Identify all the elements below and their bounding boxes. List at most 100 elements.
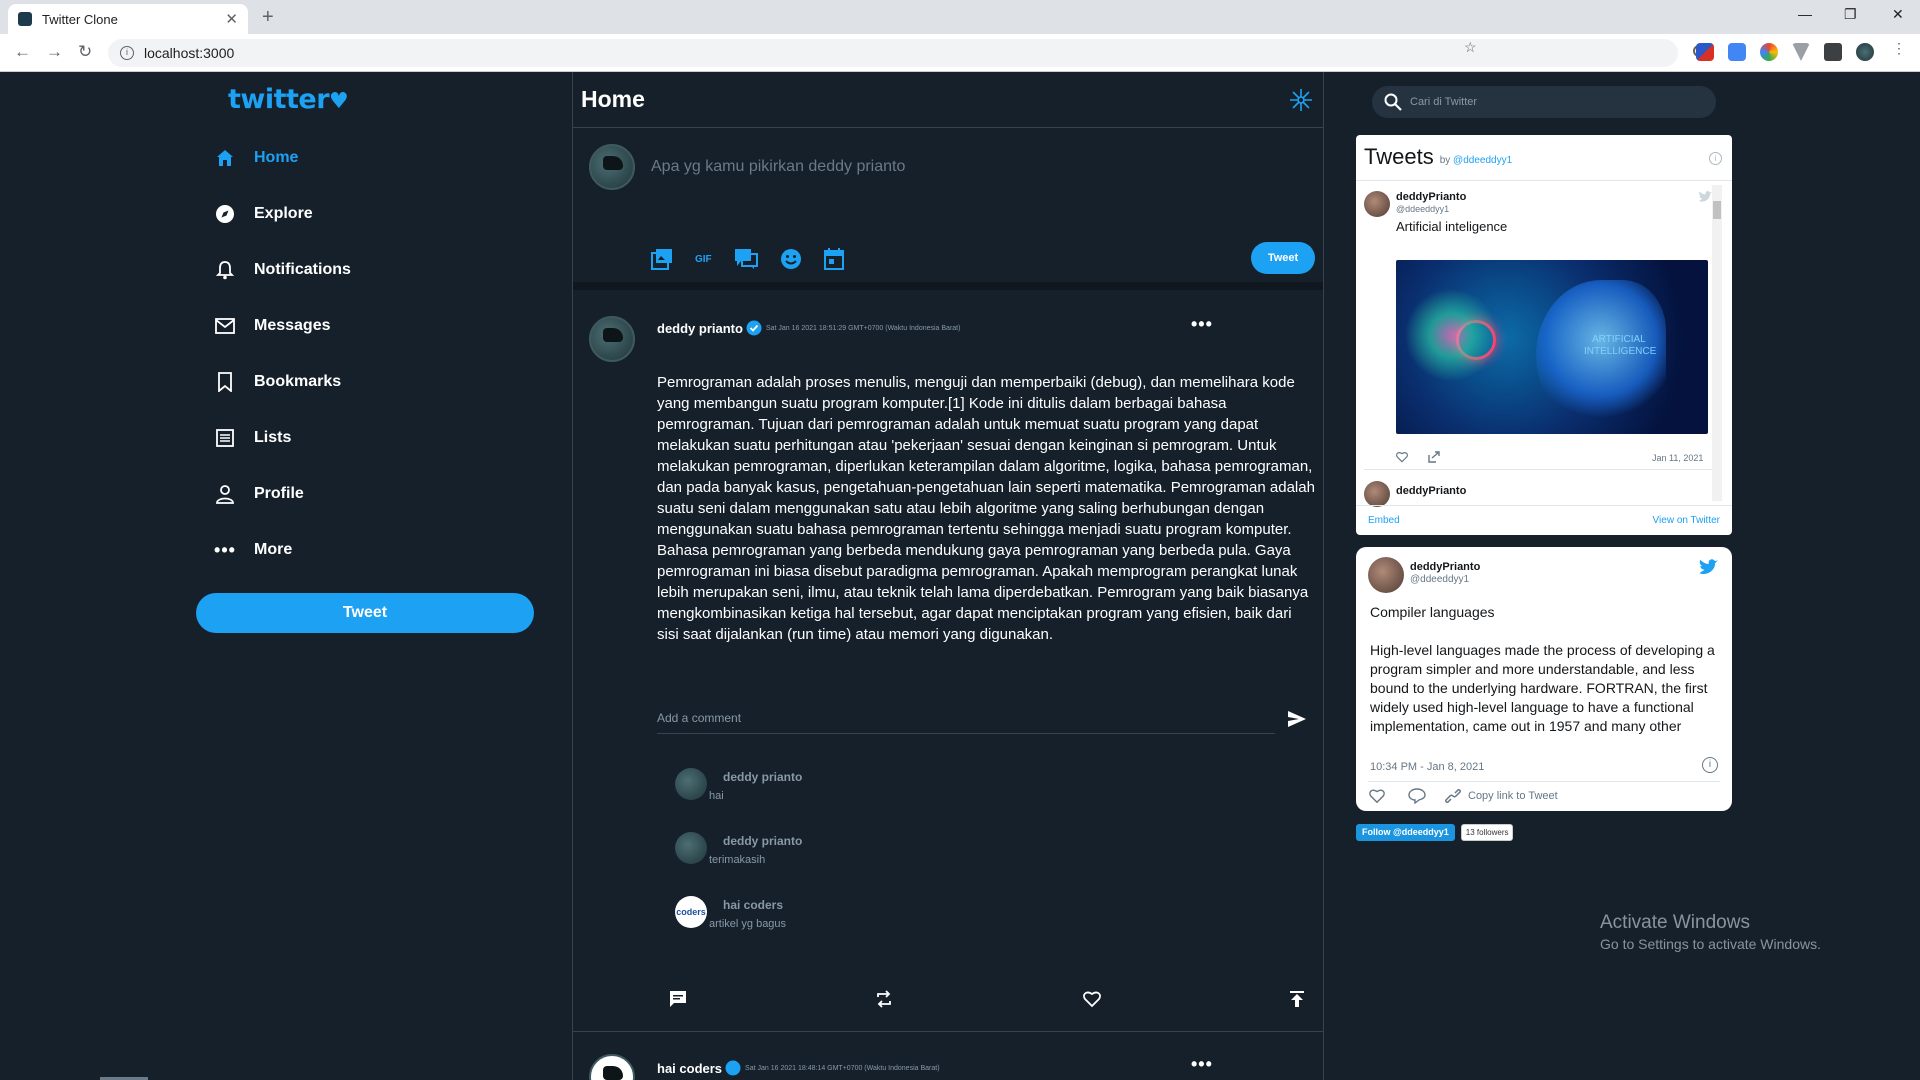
sidebar-item-notifications[interactable]: Notifications [214,250,351,290]
profile-avatar[interactable] [1856,43,1874,61]
coders-avatar: coders [675,896,707,928]
follow-button[interactable]: Follow @ddeeddyy1 [1356,824,1455,841]
schedule-calendar-icon[interactable] [823,248,844,270]
ai-tweet-image[interactable]: ARTIFICIAL INTELLIGENCE [1396,260,1708,434]
divider [1368,781,1720,782]
share-icon[interactable] [1289,990,1305,1013]
color-extension-icon[interactable] [1760,43,1778,61]
view-on-twitter-link[interactable]: View on Twitter [1653,515,1720,526]
compass-icon [214,203,236,225]
bookmark-star-icon[interactable]: ☆ [1464,39,1840,56]
sidebar-item-messages[interactable]: Messages [214,306,331,346]
search-input[interactable]: Cari di Twitter [1372,86,1716,118]
sidebar-item-lists[interactable]: Lists [214,418,291,458]
reply-icon[interactable] [1408,788,1426,804]
author-name[interactable]: hai coders [657,1061,722,1076]
card-title: Compiler languages [1370,604,1495,620]
more-options-icon[interactable]: ••• [1191,1054,1213,1075]
tweet-author[interactable]: deddyPrianto [1396,485,1466,497]
comment-input[interactable]: Add a comment [657,702,1275,734]
windows-activation-watermark: Activate Windows Go to Settings to activ… [1600,912,1821,952]
card-text: Compiler languages High-level languages … [1370,603,1722,736]
twitter-logo[interactable]: twitter♥ [228,84,349,115]
twitter-bird-icon [1699,191,1712,202]
link-icon[interactable] [1444,788,1462,804]
sidebar-item-profile[interactable]: Profile [214,474,304,514]
tweet-text: Artificial inteligence [1396,219,1508,234]
follow-widget: Follow @ddeeddyy1 13 followers [1356,824,1514,841]
site-info-icon[interactable]: i [120,46,134,60]
retweet-icon[interactable] [875,990,893,1013]
close-window-icon[interactable]: ✕ [1892,6,1904,23]
back-icon[interactable]: ← [14,42,31,62]
sidebar-item-more[interactable]: ••• More [214,530,292,570]
more-options-icon[interactable]: ••• [1191,314,1213,335]
send-icon[interactable] [1287,710,1307,728]
tab-title: Twitter Clone [42,11,118,27]
mail-icon [214,315,236,337]
sidebar-item-label: Profile [254,485,304,502]
sidebar-item-label: More [254,541,293,558]
browser-tab[interactable]: Twitter Clone ✕ [8,4,248,34]
embed-link[interactable]: Embed [1368,515,1400,526]
composer-toolbar: GIF [651,248,844,270]
tweet-body: Pemrograman adalah proses menulis, mengu… [657,374,1315,643]
tweet-date: Sat Jan 16 2021 18:48:14 GMT+0700 (Waktu… [745,1064,940,1072]
sidebar-item-label: Home [254,149,299,166]
info-icon[interactable]: i [1702,757,1718,773]
card-author[interactable]: deddyPrianto [1410,561,1480,573]
like-heart-icon[interactable] [1083,990,1101,1013]
twitter-bird-icon[interactable] [1698,559,1718,576]
tab-close-icon[interactable]: ✕ [225,10,238,28]
browser-tab-strip: Twitter Clone ✕ + — ❐ ✕ [0,0,1920,34]
like-heart-icon[interactable] [1368,788,1386,804]
top-tweets-sparkle-icon[interactable] [1289,88,1313,112]
new-tab-button[interactable]: + [262,6,274,29]
activate-title: Activate Windows [1600,912,1750,933]
forward-icon[interactable]: → [46,42,63,62]
scrollbar-thumb[interactable] [1713,201,1721,219]
tweet-header: hai coders Sat Jan 16 2021 18:48:14 GMT+… [657,1060,940,1076]
sidebar-item-bookmarks[interactable]: Bookmarks [214,362,341,402]
image-upload-icon[interactable] [651,248,673,270]
avatar[interactable] [589,316,635,362]
reload-icon[interactable]: ↻ [78,42,92,62]
like-heart-icon[interactable] [1396,451,1408,463]
heart-logo-icon: ♥ [329,89,349,114]
compose-tweet-button[interactable]: Tweet [1251,242,1315,274]
extension-icon[interactable] [1696,43,1714,61]
poll-icon[interactable] [734,248,758,270]
sidebar-tweet-button[interactable]: Tweet [196,593,534,633]
comment-author: deddy prianto [723,770,803,784]
sidebar-item-label: Lists [254,429,292,446]
gif-icon[interactable]: GIF [695,254,712,265]
divider [1364,469,1714,470]
copy-link-button[interactable]: Copy link to Tweet [1468,790,1558,802]
tweet-date[interactable]: Jan 11, 2021 [1652,453,1703,463]
verified-badge-icon [746,320,762,336]
timeline-handle-link[interactable]: @ddeeddyy1 [1453,155,1512,166]
card-time[interactable]: 10:34 PM - Jan 8, 2021 [1370,761,1484,773]
avatar[interactable] [1368,557,1404,593]
brain-graphic [1406,280,1496,390]
minimize-icon[interactable]: — [1798,6,1812,22]
main-feed: Home Apa yg kamu pikirkan deddy prianto … [572,72,1324,1080]
followers-count[interactable]: 13 followers [1460,824,1514,841]
tweet-author[interactable]: deddyPrianto [1396,191,1466,203]
comment-text: terimakasih [709,854,766,866]
compose-input[interactable]: Apa yg kamu pikirkan deddy prianto [651,158,905,176]
extensions-puzzle-icon[interactable] [1824,43,1842,61]
info-icon[interactable]: i [1709,152,1722,165]
sidebar-item-home[interactable]: Home [214,138,298,178]
translate-extension-icon[interactable] [1728,43,1746,61]
browser-menu-icon[interactable]: ⋮ [1892,40,1906,58]
restore-icon[interactable]: ❐ [1844,6,1857,23]
address-bar[interactable]: i localhost:3000 ☆ [108,39,1678,67]
author-name[interactable]: deddy prianto [657,321,743,336]
card-handle: @ddeeddyy1 [1410,574,1470,585]
share-icon[interactable] [1428,451,1440,463]
emoji-icon[interactable] [780,248,802,270]
reply-icon[interactable] [669,990,687,1013]
timeline-scrollbar[interactable] [1712,185,1722,501]
sidebar-item-explore[interactable]: Explore [214,194,313,234]
